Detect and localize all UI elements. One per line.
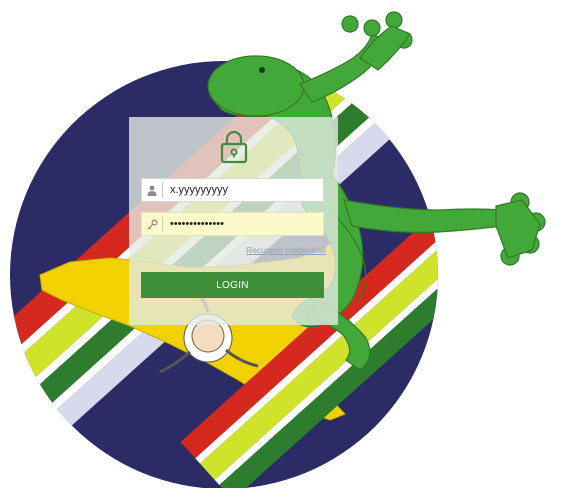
login-screen: Recupero credenziali LOGIN bbox=[0, 0, 578, 488]
recover-credentials-link[interactable]: Recupero credenziali bbox=[246, 245, 326, 255]
password-field[interactable] bbox=[141, 212, 324, 236]
login-button[interactable]: LOGIN bbox=[141, 272, 324, 298]
lock-icon bbox=[220, 130, 248, 164]
field-separator bbox=[162, 183, 163, 197]
key-icon bbox=[142, 213, 162, 235]
user-icon bbox=[142, 179, 162, 201]
username-field[interactable] bbox=[141, 178, 324, 202]
login-panel: Recupero credenziali LOGIN bbox=[129, 117, 338, 325]
password-input[interactable] bbox=[170, 218, 320, 230]
field-separator bbox=[162, 217, 163, 231]
username-input[interactable] bbox=[170, 184, 320, 196]
